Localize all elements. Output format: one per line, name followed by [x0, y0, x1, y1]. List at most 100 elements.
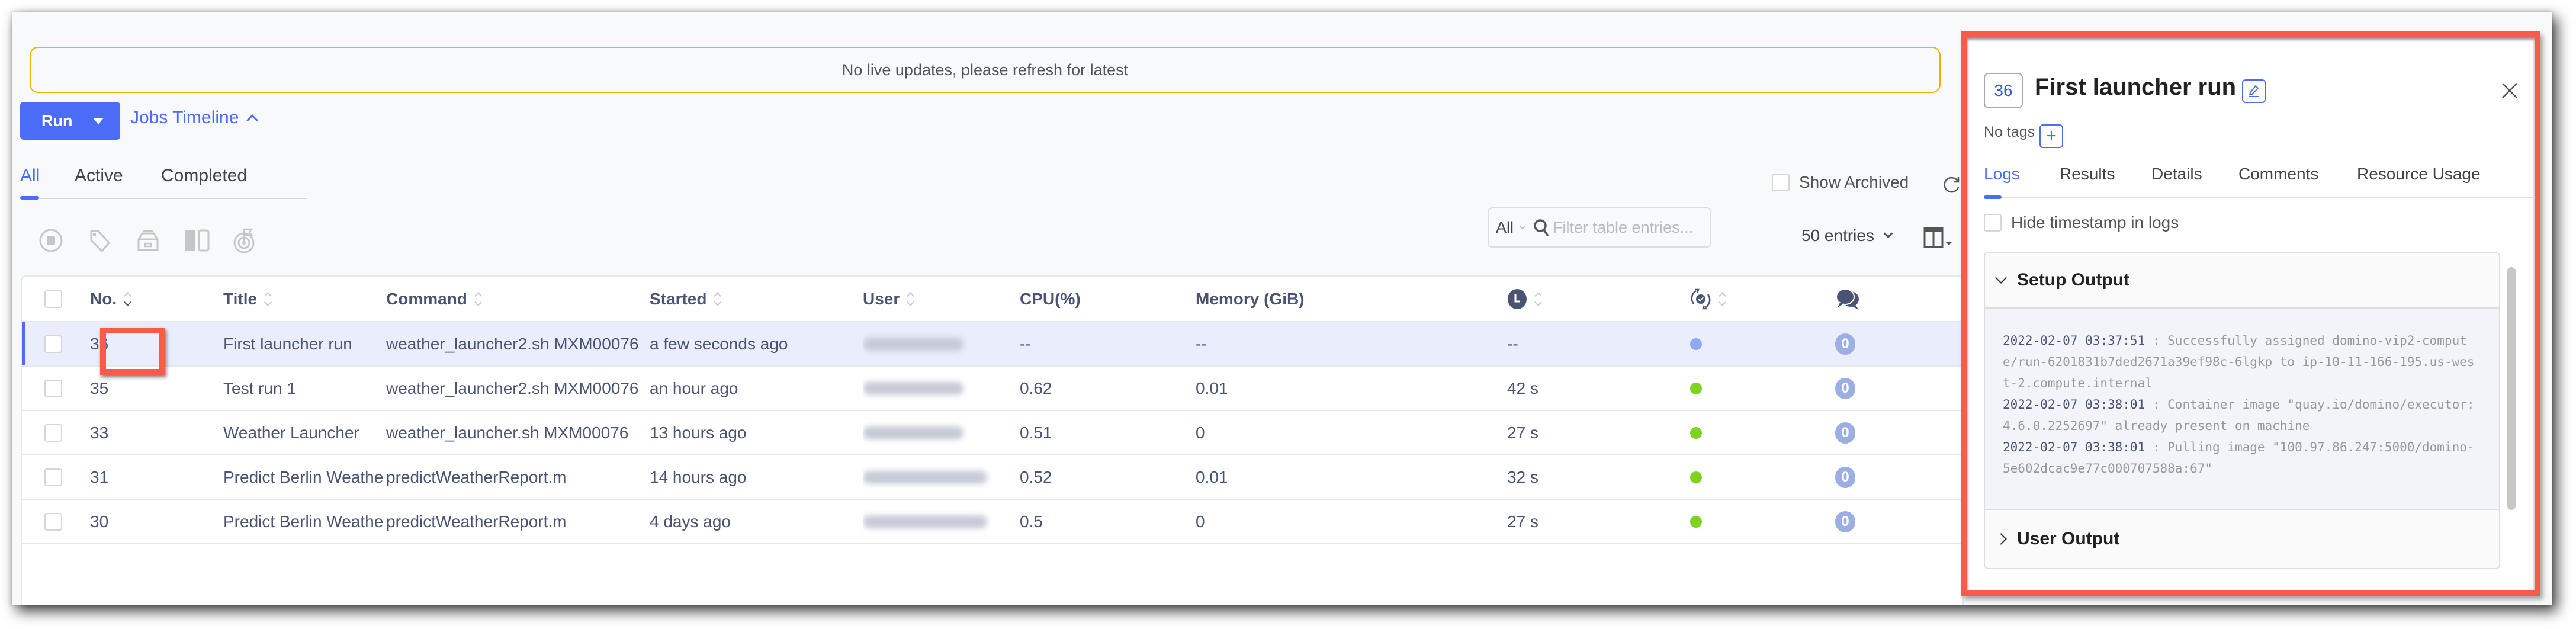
status-dot-icon: [1690, 515, 1702, 528]
cell-no: 36: [90, 334, 109, 353]
add-tag-button[interactable]: +: [2039, 124, 2063, 148]
sort-icon[interactable]: [1534, 291, 1542, 306]
tab-logs[interactable]: Logs: [1984, 165, 2020, 184]
column-started-label: Started: [650, 289, 707, 308]
column-status[interactable]: [1690, 277, 1809, 321]
user-output-header[interactable]: User Output: [1985, 511, 2499, 567]
tab-completed[interactable]: Completed: [161, 166, 247, 186]
sort-icon[interactable]: [264, 291, 272, 306]
goal-icon[interactable]: [232, 227, 258, 253]
column-user-label: User: [863, 289, 900, 308]
sort-icon[interactable]: [474, 291, 482, 306]
app-window: No live updates, please refresh for late…: [12, 12, 2552, 605]
show-archived-checkbox[interactable]: [1772, 174, 1790, 191]
hide-timestamp-checkbox[interactable]: [1984, 214, 2002, 232]
column-command[interactable]: Command: [386, 277, 648, 321]
jobs-timeline-toggle[interactable]: Jobs Timeline: [130, 108, 259, 128]
cell-title[interactable]: Predict Berlin Weathe: [223, 455, 395, 499]
column-duration[interactable]: [1507, 277, 1655, 321]
cell-status: [1690, 411, 1809, 454]
column-comments: [1835, 277, 1918, 321]
caret-down-icon[interactable]: [93, 117, 104, 124]
column-title-label: Title: [223, 289, 258, 308]
filter-input[interactable]: [1553, 218, 1707, 237]
column-title[interactable]: Title: [223, 277, 395, 321]
sort-icon[interactable]: [714, 291, 722, 306]
cell-duration: 27 s: [1507, 423, 1538, 442]
log-timestamp: 2022-02-07 03:38:01: [2003, 440, 2145, 454]
filter-scope-select[interactable]: All: [1488, 207, 1527, 248]
filter-box: [1525, 207, 1711, 248]
comment-count-badge[interactable]: 0: [1835, 377, 1855, 399]
column-user[interactable]: User: [863, 277, 1035, 321]
chevron-down-icon: [1883, 229, 1893, 238]
cell-cpu: 0.52: [1020, 467, 1052, 486]
show-archived-toggle[interactable]: Show Archived: [1772, 173, 1909, 192]
refresh-icon[interactable]: [1942, 175, 1961, 194]
cell-title[interactable]: First launcher run: [223, 322, 395, 365]
close-icon[interactable]: [2500, 81, 2519, 100]
entries-per-page-select[interactable]: 50 entries: [1801, 226, 1893, 245]
banner-text: No live updates, please refresh for late…: [841, 60, 1129, 79]
comment-count-badge[interactable]: 0: [1835, 511, 1855, 532]
row-checkbox[interactable]: [44, 423, 62, 442]
column-no[interactable]: No.: [90, 277, 191, 321]
status-cycle-icon: [1691, 288, 1711, 309]
cell-duration: --: [1507, 334, 1518, 353]
row-checkbox[interactable]: [44, 379, 62, 397]
cell-started: an hour ago: [650, 378, 738, 397]
cell-duration: 27 s: [1507, 512, 1538, 531]
jobs-timeline-label: Jobs Timeline: [130, 108, 239, 127]
table-row[interactable]: 31 Predict Berlin Weathe predictWeatherRep…: [22, 455, 1962, 500]
cell-no: 35: [90, 378, 109, 397]
comment-count-badge[interactable]: 0: [1835, 422, 1855, 444]
tab-details[interactable]: Details: [2151, 165, 2202, 184]
sort-icon[interactable]: [124, 291, 131, 306]
plus-icon: +: [2046, 126, 2057, 146]
hide-timestamp-toggle[interactable]: Hide timestamp in logs: [1984, 213, 2179, 232]
archive-icon[interactable]: [135, 227, 161, 253]
table-row[interactable]: 33 Weather Launcher weather_launcher.sh MX…: [22, 411, 1962, 455]
redacted-user-name: [863, 515, 987, 528]
stop-icon[interactable]: [38, 227, 64, 253]
compare-icon[interactable]: [184, 227, 210, 253]
user-output-label: User Output: [2017, 529, 2120, 548]
select-all-checkbox[interactable]: [44, 290, 62, 308]
edit-title-button[interactable]: [2242, 79, 2266, 103]
column-cpu: CPU(%): [1020, 277, 1191, 321]
tab-comments[interactable]: Comments: [2238, 165, 2318, 184]
run-number-badge: 36: [1984, 73, 2023, 108]
cell-comments: 0: [1835, 455, 1918, 499]
cell-started: 14 hours ago: [650, 467, 747, 486]
cell-status: [1690, 322, 1809, 365]
cell-title[interactable]: Test run 1: [223, 367, 395, 410]
cell-user: [863, 500, 1035, 543]
sort-icon[interactable]: [1719, 291, 1726, 306]
status-dot-icon: [1690, 471, 1702, 483]
row-checkbox[interactable]: [44, 468, 62, 486]
tab-all[interactable]: All: [20, 166, 40, 186]
column-picker-icon[interactable]: [1923, 227, 1954, 248]
setup-output-header[interactable]: Setup Output: [1985, 253, 2499, 309]
panel-scrollbar[interactable]: [2507, 267, 2516, 510]
comment-count-badge[interactable]: 0: [1835, 466, 1855, 488]
tag-icon[interactable]: [86, 227, 113, 253]
sort-icon[interactable]: [907, 291, 915, 306]
row-checkbox[interactable]: [44, 512, 62, 531]
cell-title[interactable]: Weather Launcher: [223, 411, 395, 454]
table-row[interactable]: 30 Predict Berlin Weathe predictWeatherRep…: [22, 500, 1962, 544]
run-button[interactable]: Run: [20, 102, 120, 140]
cell-comments: 0: [1835, 367, 1918, 410]
table-row[interactable]: 35 Test run 1 weather_launcher2.sh MXM0007…: [22, 367, 1962, 411]
column-cpu-label: CPU(%): [1020, 289, 1081, 308]
table-row[interactable]: 36 First launcher run weather_launcher2.sh…: [22, 322, 1962, 367]
tab-resource-usage[interactable]: Resource Usage: [2357, 165, 2481, 184]
cell-duration: 32 s: [1507, 467, 1538, 486]
tab-active[interactable]: Active: [75, 166, 123, 186]
cell-title[interactable]: Predict Berlin Weathe: [223, 500, 395, 543]
log-timestamp: 2022-02-07 03:38:01: [2003, 397, 2145, 412]
row-checkbox[interactable]: [44, 335, 62, 353]
column-started[interactable]: Started: [650, 277, 863, 321]
comment-count-badge[interactable]: 0: [1835, 333, 1855, 355]
tab-results[interactable]: Results: [2060, 165, 2115, 184]
